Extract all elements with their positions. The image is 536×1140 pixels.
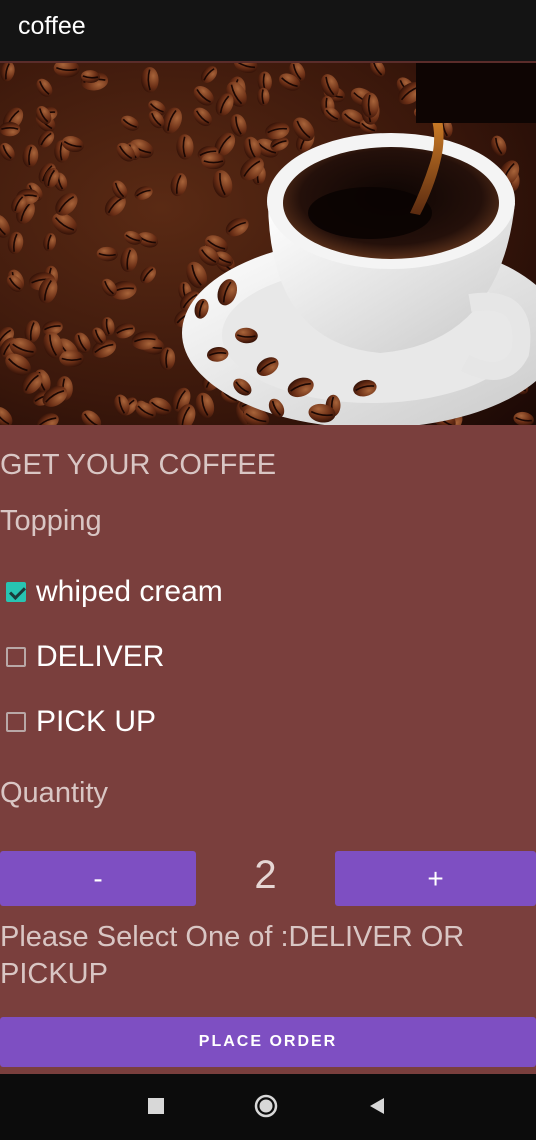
validation-message: Please Select One of :DELIVER OR PICKUP <box>0 921 465 990</box>
checkbox-label: PICK UP <box>36 705 157 738</box>
screen: coffee GET YOUR COFFEE Topping whiped cr… <box>0 0 536 1140</box>
checkbox-deliver[interactable]: DELIVER <box>6 640 164 674</box>
coffee-image-icon <box>0 63 536 425</box>
app-title: coffee <box>18 12 86 40</box>
checkbox-pick-up[interactable]: PICK UP <box>6 705 156 739</box>
system-navigation-bar <box>0 1074 536 1140</box>
checkbox-whipped-cream[interactable]: whiped cream <box>6 575 223 609</box>
decrement-button[interactable]: - <box>0 851 196 906</box>
checkbox-label: whiped cream <box>36 575 223 608</box>
triangle-back-icon[interactable] <box>365 1094 389 1118</box>
topping-label: Topping <box>0 505 102 537</box>
place-order-button[interactable]: PLACE ORDER <box>0 1017 536 1067</box>
quantity-value: 2 <box>254 853 277 897</box>
form-heading: GET YOUR COFFEE <box>0 449 277 481</box>
app-bar: coffee <box>0 0 536 63</box>
circle-home-icon[interactable] <box>254 1094 278 1118</box>
checkbox-label: DELIVER <box>36 640 165 673</box>
square-recents-icon[interactable] <box>144 1094 168 1118</box>
increment-button[interactable]: + <box>335 851 536 906</box>
hero-image <box>0 63 536 425</box>
checkbox-box[interactable] <box>6 582 26 602</box>
quantity-label: Quantity <box>0 777 108 809</box>
checkbox-box[interactable] <box>6 647 26 667</box>
checkbox-box[interactable] <box>6 712 26 732</box>
